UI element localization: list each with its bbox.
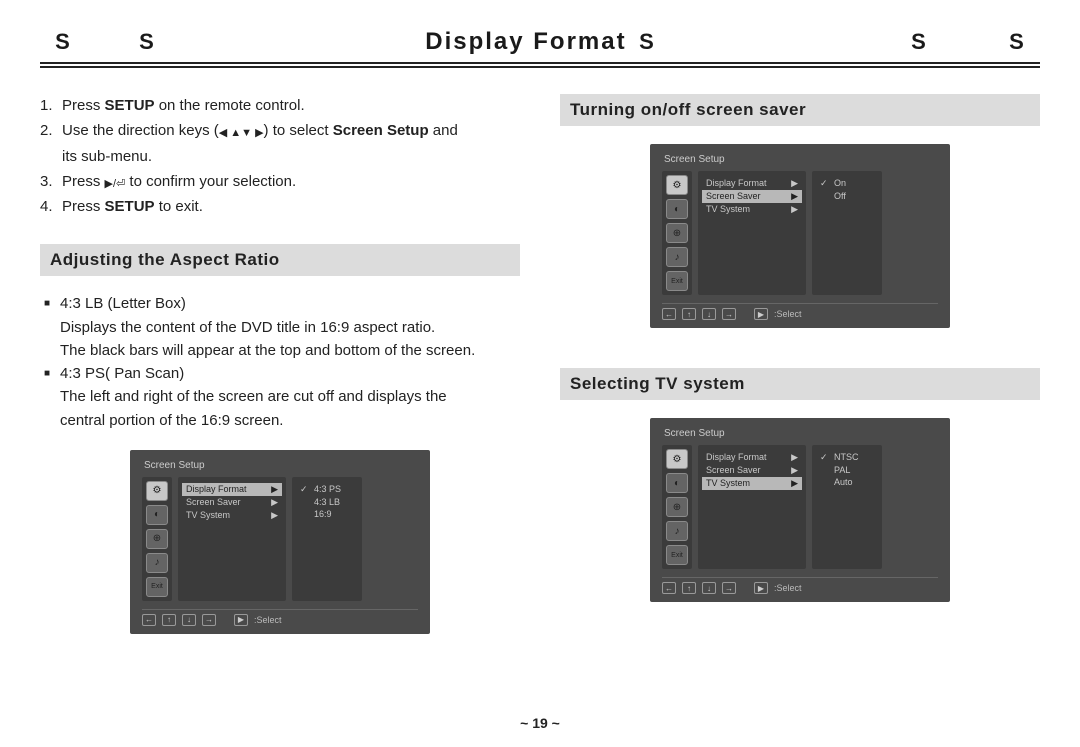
aspect-bullets: ■ 4:3 LB (Letter Box) Displays the conte… [40, 292, 520, 432]
step-text-indent: its sub-menu. [40, 145, 152, 168]
step-text: Press SETUP to exit. [62, 195, 203, 218]
osd-tab-icon: Exit [146, 577, 168, 597]
play-key-icon: ▶ [234, 614, 248, 626]
step-text: Press SETUP on the remote control. [62, 94, 305, 117]
nav-key-icon: → [202, 614, 216, 626]
osd-tab-icon: ⚙ [666, 175, 688, 195]
nav-key-icon: ↓ [182, 614, 196, 626]
osd-icon-column: ⚙ ◐ ⊕ ♪ Exit [662, 171, 692, 295]
page-header: S S Display Format S S S [40, 28, 1040, 60]
page-number: ~ 19 ~ [0, 715, 1080, 731]
nav-key-icon: ↓ [702, 582, 716, 594]
osd-footer: ← ↑ ↓ → ▶ :Select [662, 577, 938, 594]
osd-menu: Display Format▶ Screen Saver▶ TV System▶ [698, 445, 806, 569]
osd-tab-icon: Exit [666, 545, 688, 565]
osd-options: ✓NTSC PAL Auto [812, 445, 882, 569]
nav-key-icon: ← [142, 614, 156, 626]
osd-icon-column: ⚙ ◐ ⊕ ♪ Exit [142, 477, 172, 601]
osd-options: ✓On Off [812, 171, 882, 295]
osd-tab-icon: ◐ [666, 473, 688, 493]
footer-label: :Select [774, 583, 802, 593]
left-column: 1. Press SETUP on the remote control. 2.… [40, 94, 520, 634]
direction-keys-icon: ◀ ▲▼ ▶ [219, 127, 264, 139]
section-heading-aspect: Adjusting the Aspect Ratio [40, 244, 520, 276]
intro-steps: 1. Press SETUP on the remote control. 2.… [40, 94, 520, 218]
bullet-desc: central portion of the 16:9 screen. [44, 409, 520, 432]
bullet-icon: ■ [44, 296, 60, 319]
step-number: 1. [40, 94, 62, 117]
osd-tab-icon: ♪ [666, 521, 688, 541]
osd-options: ✓4:3 PS 4:3 LB 16:9 [292, 477, 362, 601]
osd-menu: Display Format▶ Screen Saver▶ TV System▶ [178, 477, 286, 601]
osd-title: Screen Setup [664, 428, 938, 439]
nav-key-icon: ↓ [702, 308, 716, 320]
bullet-desc: Displays the content of the DVD title in… [44, 316, 520, 339]
osd-tab-icon: Exit [666, 271, 688, 291]
osd-title: Screen Setup [144, 460, 418, 471]
osd-footer: ← ↑ ↓ → ▶ :Select [662, 303, 938, 320]
page-title: Display Format [425, 28, 626, 55]
nav-key-icon: ← [662, 582, 676, 594]
decor-letter: S [639, 29, 655, 54]
footer-label: :Select [774, 309, 802, 319]
play-key-icon: ▶ [754, 582, 768, 594]
section-heading-saver: Turning on/off screen saver [560, 94, 1040, 126]
divider [40, 66, 1040, 68]
section-heading-tvsys: Selecting TV system [560, 368, 1040, 400]
osd-screenshot-saver: Screen Setup ⚙ ◐ ⊕ ♪ Exit Display Format… [650, 144, 950, 328]
osd-title: Screen Setup [664, 154, 938, 165]
osd-tab-icon: ⊕ [146, 529, 168, 549]
osd-icon-column: ⚙ ◐ ⊕ ♪ Exit [662, 445, 692, 569]
step-number: 3. [40, 170, 62, 193]
footer-label: :Select [254, 615, 282, 625]
nav-key-icon: ↑ [682, 308, 696, 320]
osd-footer: ← ↑ ↓ → ▶ :Select [142, 609, 418, 626]
bullet-icon: ■ [44, 366, 60, 389]
right-column: Turning on/off screen saver Screen Setup… [560, 94, 1040, 634]
nav-key-icon: → [722, 582, 736, 594]
decor-letter: S [128, 29, 166, 55]
nav-key-icon: ↑ [162, 614, 176, 626]
check-icon: ✓ [300, 484, 310, 495]
decor-letter: S [998, 29, 1036, 55]
osd-tab-icon: ♪ [666, 247, 688, 267]
bullet-head: 4:3 PS( Pan Scan) [60, 362, 184, 385]
osd-tab-icon: ♪ [146, 553, 168, 573]
check-icon: ✓ [820, 178, 830, 189]
nav-key-icon: → [722, 308, 736, 320]
osd-tab-icon: ⚙ [666, 449, 688, 469]
osd-screenshot-aspect: Screen Setup ⚙ ◐ ⊕ ♪ Exit Display Format… [130, 450, 430, 634]
step-number: 4. [40, 195, 62, 218]
play-key-icon: ▶ [754, 308, 768, 320]
osd-screenshot-tvsys: Screen Setup ⚙ ◐ ⊕ ♪ Exit Display Format… [650, 418, 950, 602]
divider [40, 62, 1040, 64]
bullet-head: 4:3 LB (Letter Box) [60, 292, 186, 315]
bullet-desc: The black bars will appear at the top an… [44, 339, 520, 362]
check-icon: ✓ [820, 452, 830, 463]
osd-tab-icon: ⚙ [146, 481, 168, 501]
decor-letter: S [44, 29, 82, 55]
step-text: Use the direction keys (◀ ▲▼ ▶) to selec… [62, 119, 458, 142]
step-text: Press ▶/⏎ to confirm your selection. [62, 170, 296, 193]
nav-key-icon: ↑ [682, 582, 696, 594]
play-enter-icon: ▶/⏎ [105, 178, 126, 190]
osd-tab-icon: ⊕ [666, 497, 688, 517]
osd-tab-icon: ◐ [666, 199, 688, 219]
osd-menu: Display Format▶ Screen Saver▶ TV System▶ [698, 171, 806, 295]
decor-letter: S [900, 29, 938, 55]
bullet-desc: The left and right of the screen are cut… [44, 385, 520, 408]
osd-tab-icon: ◐ [146, 505, 168, 525]
nav-key-icon: ← [662, 308, 676, 320]
step-number: 2. [40, 119, 62, 142]
osd-tab-icon: ⊕ [666, 223, 688, 243]
